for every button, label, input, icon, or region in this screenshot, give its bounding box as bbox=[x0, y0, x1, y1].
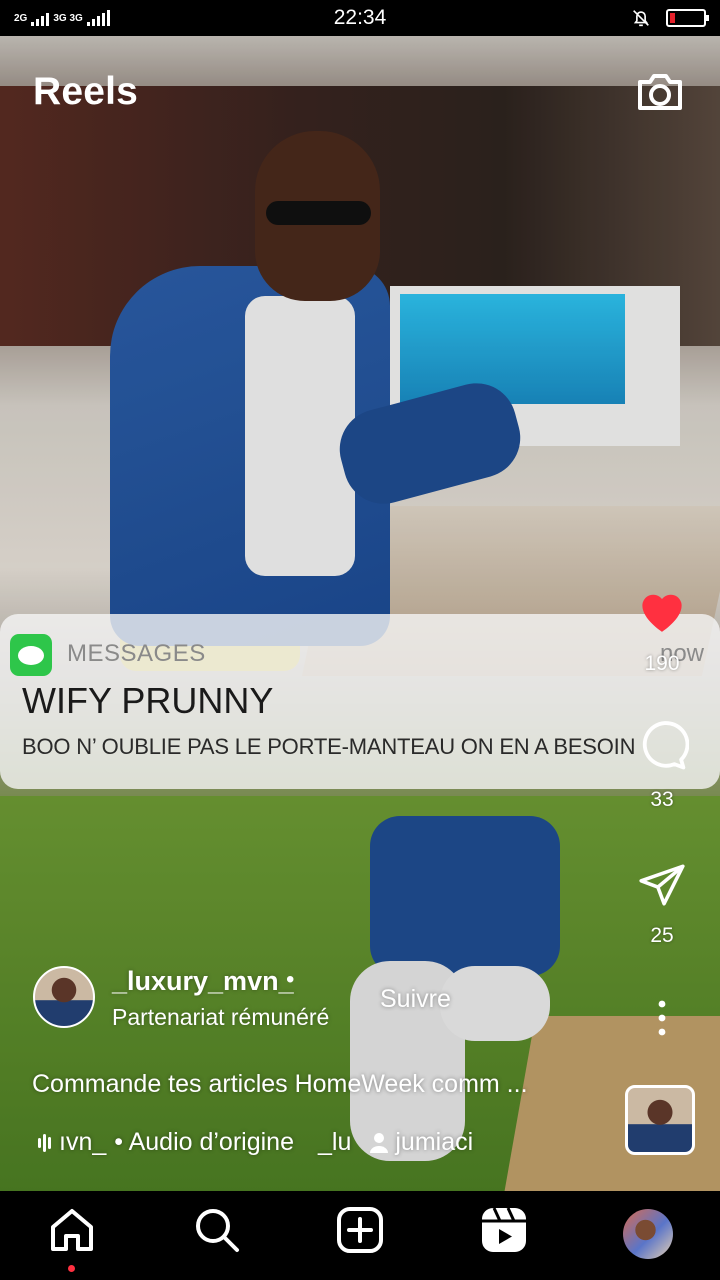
page-title: Reels bbox=[33, 70, 139, 113]
message-notification[interactable]: MESSAGES now WIFY PRUNNY BOO N’ OUBLIE P… bbox=[0, 614, 720, 789]
author-avatar[interactable] bbox=[33, 966, 95, 1028]
audio-wave-icon bbox=[38, 1133, 51, 1152]
post-caption[interactable]: Commande tes articles HomeWeek comm ... bbox=[32, 1070, 528, 1099]
comment-button[interactable]: 33 bbox=[620, 718, 704, 812]
send-icon bbox=[639, 864, 685, 906]
audio-row[interactable]: ıvn_ • Audio d’origine _lu jumiaci bbox=[38, 1128, 473, 1157]
audio-thumbnail[interactable] bbox=[625, 1085, 695, 1155]
profile-avatar[interactable] bbox=[623, 1209, 673, 1259]
share-button[interactable]: 25 bbox=[620, 860, 704, 948]
more-vertical-icon bbox=[658, 1000, 666, 1036]
signal-icon bbox=[31, 10, 50, 26]
bell-muted-icon bbox=[633, 10, 649, 27]
audio-label: • Audio d’origine bbox=[114, 1128, 294, 1156]
camera-icon[interactable] bbox=[634, 66, 686, 118]
like-count: 190 bbox=[644, 652, 680, 675]
status-time: 22:34 bbox=[333, 6, 387, 29]
create-icon[interactable] bbox=[335, 1205, 385, 1255]
follow-button[interactable]: Suivre bbox=[380, 985, 451, 1014]
network-indicators: 2G 3G 3G bbox=[14, 10, 110, 26]
comment-icon bbox=[642, 721, 689, 770]
heart-icon bbox=[642, 594, 682, 632]
paid-partnership-label[interactable]: Partenariat rémunéré bbox=[112, 1004, 329, 1031]
notification-app-name: MESSAGES bbox=[67, 640, 206, 667]
more-options-button[interactable] bbox=[620, 998, 704, 1038]
home-active-indicator bbox=[68, 1265, 75, 1272]
audio-username-fragment: ıvn_ bbox=[59, 1128, 107, 1156]
author-username[interactable]: _luxury_mvn_ bbox=[112, 966, 294, 997]
share-count: 25 bbox=[650, 924, 674, 947]
like-button[interactable]: 190 bbox=[620, 586, 704, 676]
network-label-2g: 2G bbox=[14, 12, 28, 24]
audio-username-fragment-2: _lu bbox=[317, 1128, 352, 1156]
battery-icon bbox=[666, 9, 709, 27]
network-label-3g: 3G 3G bbox=[53, 12, 83, 24]
home-icon[interactable] bbox=[47, 1205, 97, 1255]
signal-icon-2 bbox=[86, 10, 110, 26]
notification-message: BOO N’ OUBLIE PAS LE PORTE-MANTEAU ON EN… bbox=[22, 734, 636, 759]
notification-sender: WIFY PRUNNY bbox=[22, 680, 274, 721]
comment-count: 33 bbox=[650, 788, 674, 811]
username-separator: • bbox=[286, 966, 295, 993]
person-tag-icon bbox=[370, 1132, 389, 1153]
search-icon[interactable] bbox=[192, 1205, 242, 1255]
bottom-nav bbox=[0, 1191, 720, 1280]
messages-app-icon bbox=[10, 634, 52, 676]
battery-level bbox=[670, 13, 675, 23]
reels-icon[interactable] bbox=[479, 1205, 529, 1255]
status-right bbox=[630, 7, 709, 29]
status-bar: 2G 3G 3G 22:34 bbox=[0, 0, 720, 36]
tagged-user[interactable]: jumiaci bbox=[395, 1128, 473, 1157]
